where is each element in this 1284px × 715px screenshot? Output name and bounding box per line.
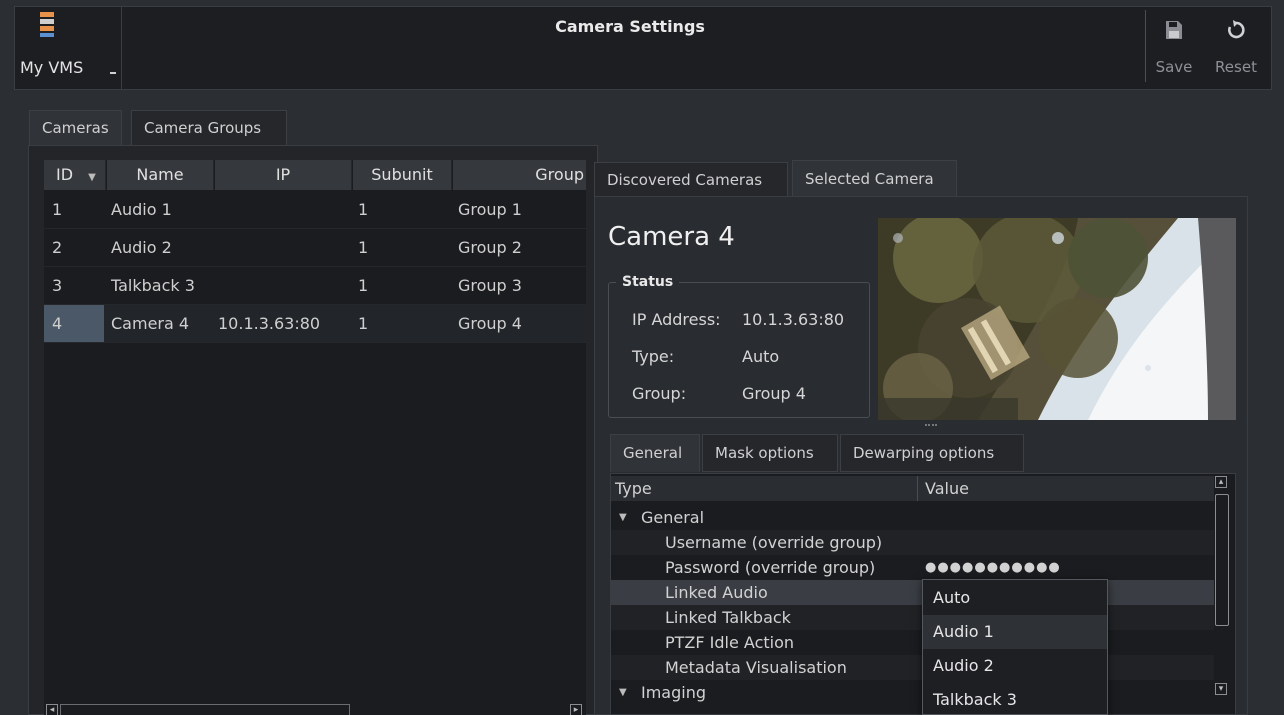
cell-name: Camera 4 [111,314,190,333]
cell-id: 2 [52,238,63,257]
cell-subunit: 1 [358,238,369,257]
cell-name: Audio 1 [111,200,172,219]
table-row[interactable]: 1 Audio 1 1 Group 1 [44,191,586,229]
tree-row[interactable]: PTZF Idle Action [611,630,1214,655]
reset-button[interactable]: Reset [1206,14,1266,82]
dropdown-option-auto[interactable]: Auto [923,581,1107,615]
tree-group-label: Imaging [641,683,707,702]
column-divider [917,476,918,501]
type-label: Type: [632,347,675,366]
tab-cameras[interactable]: Cameras [29,110,122,146]
tree-group-imaging[interactable]: ▼ Imaging [611,680,1214,705]
cell-group: Group 3 [458,276,522,295]
column-header-group[interactable]: Group [453,160,586,190]
cell-id: 1 [52,200,63,219]
type-value: Auto [742,347,780,366]
group-label: Group: [632,384,687,403]
column-header-id[interactable]: ID ▼ [44,160,106,190]
camera-preview-image [878,218,1236,420]
scrollbar-thumb[interactable] [60,704,350,715]
cell-group: Group 1 [458,200,522,219]
scrollbar-thumb[interactable] [1215,494,1229,626]
property-label: Linked Audio [665,583,768,602]
status-group-title: Status [616,274,680,290]
tab-selected-camera[interactable]: Selected Camera [792,160,957,199]
table-row-selected[interactable]: 4 Camera 4 10.1.3.63:80 1 Group 4 [44,305,586,343]
table-row[interactable]: 3 Talkback 3 1 Group 3 [44,267,586,305]
column-header-type[interactable]: Type [615,476,652,501]
property-label: Metadata Visualisation [665,658,847,677]
group-value: Group 4 [742,384,806,403]
floppy-disk-icon [1166,21,1182,39]
save-button[interactable]: Save [1148,14,1200,82]
property-label: Password (override group) [665,558,876,577]
cell-subunit: 1 [358,276,369,295]
column-header-name[interactable]: Name [107,160,214,190]
property-label: Linked Talkback [665,608,791,627]
tree-row[interactable]: Password (override group) ●●●●●●●●●●● [611,555,1214,580]
cell-group: Group 4 [458,314,522,333]
property-label: PTZF Idle Action [665,633,795,652]
tab-general[interactable]: General [610,434,700,472]
tree-row-selected[interactable]: Linked Audio [611,580,1214,605]
property-label: Username (override group) [665,533,883,552]
column-header-subunit[interactable]: Subunit [353,160,452,190]
scroll-down-icon[interactable]: ▾ [1215,683,1227,695]
column-header-ip[interactable]: IP [215,160,352,190]
cell-subunit: 1 [358,200,369,219]
dropdown-option-audio-2[interactable]: Audio 2 [923,649,1107,683]
vms-menu-label: My VMS [20,58,84,77]
cell-id: 3 [52,276,63,295]
column-header-value[interactable]: Value [925,476,969,501]
tree-row[interactable]: Username (override group) [611,530,1214,555]
scroll-left-icon[interactable]: ◂ [46,704,58,715]
chevron-down-icon [110,72,116,76]
column-header-label: ID [56,165,74,184]
scroll-right-icon[interactable]: ▸ [570,704,582,715]
cell-name: Talkback 3 [111,276,195,295]
tree-group-label: General [641,508,705,527]
reset-arrow-icon [1228,20,1245,39]
ip-address-label: IP Address: [632,310,721,329]
linked-audio-dropdown: Auto Audio 1 Audio 2 Talkback 3 [922,579,1108,715]
cell-name: Audio 2 [111,238,172,257]
save-button-label: Save [1155,58,1193,76]
tree-header: Type Value [611,476,1214,501]
table-row[interactable]: 2 Audio 2 1 Group 2 [44,229,586,267]
password-value[interactable]: ●●●●●●●●●●● [925,555,1061,580]
ip-address-value: 10.1.3.63:80 [742,310,845,329]
tree-group-general[interactable]: ▼ General [611,505,1214,530]
triangle-down-icon: ▼ [619,512,627,523]
triangle-down-icon: ▼ [619,687,627,698]
tab-discovered-cameras[interactable]: Discovered Cameras [594,162,788,199]
toolbar-divider [1145,10,1146,82]
splitter-handle[interactable] [925,424,937,428]
tab-dewarping-options[interactable]: Dewarping options [840,434,1024,472]
tab-camera-groups[interactable]: Camera Groups [131,110,287,146]
scroll-up-icon[interactable]: ▴ [1215,476,1227,488]
dropdown-option-talkback-3[interactable]: Talkback 3 [923,683,1107,715]
cell-ip: 10.1.3.63:80 [218,314,321,333]
camera-name-heading: Camera 4 [608,222,735,252]
tree-row[interactable]: Linked Talkback [611,605,1214,630]
cell-group: Group 2 [458,238,522,257]
dropdown-option-audio-1[interactable]: Audio 1 [923,615,1107,649]
cell-id: 4 [44,305,104,342]
camera-table: ID ▼ Name IP Subunit Group 1 Audio 1 1 G… [44,160,586,700]
sort-descending-icon: ▼ [88,172,96,183]
reset-button-label: Reset [1215,58,1257,76]
tree-row[interactable]: Metadata Visualisation [611,655,1214,680]
tab-mask-options[interactable]: Mask options [702,434,838,472]
cell-subunit: 1 [358,314,369,333]
window-title: Camera Settings [555,17,705,36]
